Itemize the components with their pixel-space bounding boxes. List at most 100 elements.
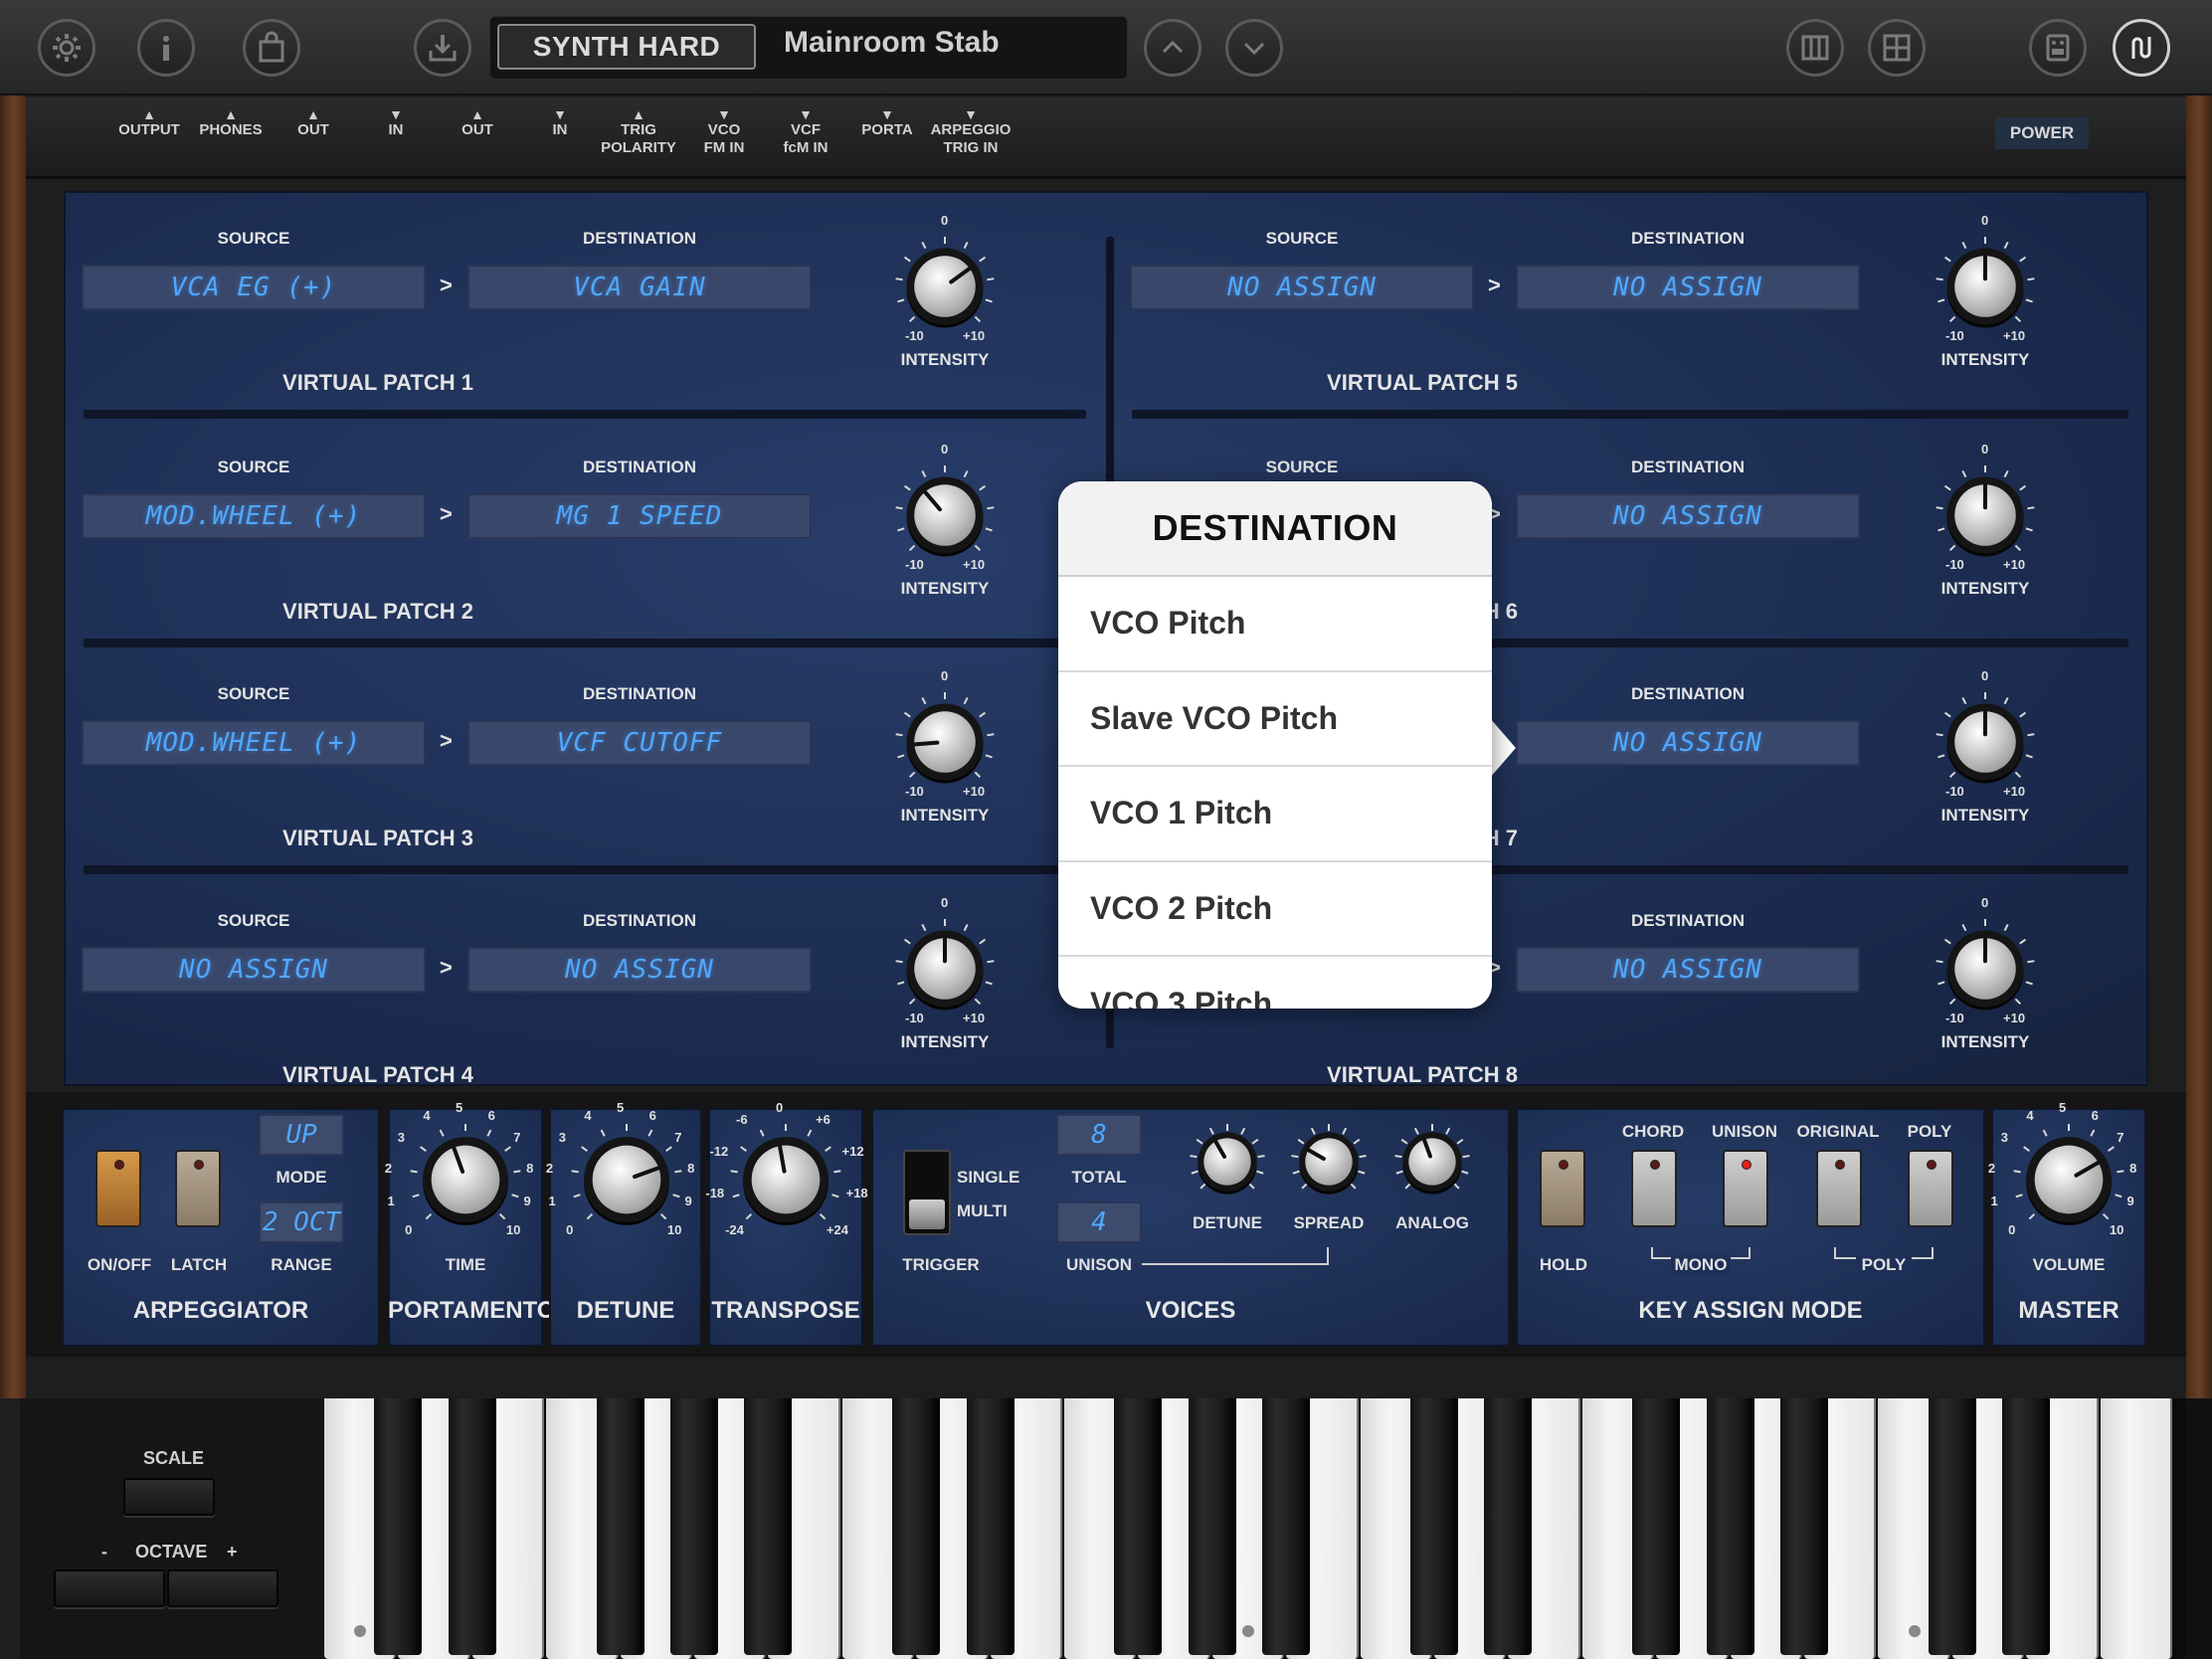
- source-display[interactable]: NO ASSIGN: [82, 947, 426, 993]
- intensity-label: INTENSITY: [900, 806, 990, 825]
- black-key[interactable]: [1188, 1398, 1236, 1655]
- popover-item-vco-pitch[interactable]: VCO Pitch: [1058, 577, 1492, 672]
- destination-display[interactable]: NO ASSIGN: [1516, 720, 1860, 766]
- chord-switch[interactable]: [1631, 1150, 1677, 1227]
- intensity-knob[interactable]: [893, 235, 997, 338]
- layout-icon[interactable]: [1868, 19, 1926, 77]
- destination-display[interactable]: VCA GAIN: [467, 265, 812, 310]
- settings-icon[interactable]: [38, 19, 95, 77]
- black-key[interactable]: [1632, 1398, 1681, 1655]
- intensity-knob[interactable]: [1934, 463, 2037, 567]
- black-key[interactable]: [374, 1398, 423, 1655]
- voices-spread-knob[interactable]: [1289, 1122, 1369, 1201]
- arp-range-display[interactable]: 2 OCT: [259, 1201, 344, 1243]
- download-icon[interactable]: [414, 19, 471, 77]
- portamento-time-label: TIME: [445, 1255, 486, 1274]
- intensity-knob[interactable]: [893, 463, 997, 567]
- info-icon[interactable]: [137, 19, 195, 77]
- white-key[interactable]: [2100, 1398, 2172, 1659]
- original-switch[interactable]: [1816, 1150, 1862, 1227]
- black-key[interactable]: [1410, 1398, 1458, 1655]
- transpose-knob[interactable]: [728, 1122, 843, 1237]
- keyboard-icon[interactable]: [1786, 19, 1844, 77]
- black-key[interactable]: [892, 1398, 941, 1655]
- black-key[interactable]: [1114, 1398, 1163, 1655]
- unison-switch[interactable]: [1723, 1150, 1768, 1227]
- source-display[interactable]: MOD.WHEEL (+): [82, 720, 426, 766]
- source-display[interactable]: VCA EG (+): [82, 265, 426, 310]
- destination-popover: DESTINATION VCO Pitch Slave VCO Pitch VC…: [1058, 481, 1492, 1009]
- knob-scale-label: 3: [397, 1129, 405, 1145]
- popover-arrow: [1490, 718, 1516, 778]
- shop-icon[interactable]: [243, 19, 300, 77]
- hold-switch[interactable]: [1540, 1150, 1585, 1227]
- power-button[interactable]: POWER: [1995, 117, 2089, 149]
- knob-scale-label: 0: [2008, 1221, 2016, 1237]
- patch-icon[interactable]: [2113, 19, 2170, 77]
- trigger-label: TRIGGER: [902, 1255, 980, 1274]
- destination-display[interactable]: NO ASSIGN: [1516, 947, 1860, 993]
- intensity-min-label: -10: [1945, 557, 1964, 572]
- arp-on-off-label: ON/OFF: [87, 1255, 152, 1274]
- scale-button[interactable]: [123, 1478, 215, 1516]
- black-key[interactable]: [448, 1398, 496, 1655]
- popover-item-vco-2-pitch[interactable]: VCO 2 Pitch: [1058, 862, 1492, 957]
- source-display[interactable]: MOD.WHEEL (+): [82, 493, 426, 539]
- patch-separator: [84, 410, 1086, 419]
- portamento-time-knob[interactable]: [408, 1122, 523, 1237]
- octave-down-button[interactable]: [54, 1569, 165, 1607]
- black-key[interactable]: [966, 1398, 1014, 1655]
- arp-on-off-switch[interactable]: [95, 1150, 141, 1227]
- voices-detune-knob[interactable]: [1188, 1122, 1267, 1201]
- intensity-knob[interactable]: [893, 690, 997, 794]
- piano-keyboard[interactable]: [324, 1398, 2186, 1659]
- detune-knob[interactable]: [569, 1122, 684, 1237]
- arp-latch-label: LATCH: [170, 1255, 228, 1274]
- jack-10[interactable]: ▼ ARPEGGIO TRIG IN: [921, 107, 1020, 157]
- black-key[interactable]: [2002, 1398, 2051, 1655]
- source-display[interactable]: NO ASSIGN: [1130, 265, 1474, 310]
- knob-scale-label: 0: [566, 1221, 574, 1237]
- voices-total-display[interactable]: 8: [1056, 1114, 1142, 1156]
- jack-6[interactable]: ▲ TRIG POLARITY: [589, 107, 688, 157]
- intensity-knob[interactable]: [1934, 917, 2037, 1020]
- arp-mode-display[interactable]: UP: [259, 1114, 344, 1156]
- destination-display[interactable]: VCF CUTOFF: [467, 720, 812, 766]
- arrow-down-icon[interactable]: [1225, 19, 1283, 77]
- destination-label: DESTINATION: [1631, 458, 1745, 476]
- patch-title: VIRTUAL PATCH 8: [1327, 1062, 1518, 1087]
- intensity-min-label: -10: [905, 557, 924, 572]
- effects-icon[interactable]: [2029, 19, 2087, 77]
- black-key[interactable]: [1484, 1398, 1533, 1655]
- category-button[interactable]: SYNTH HARD: [497, 24, 756, 70]
- voices-analog-knob[interactable]: [1392, 1122, 1472, 1201]
- black-key[interactable]: [670, 1398, 718, 1655]
- black-key[interactable]: [1706, 1398, 1754, 1655]
- original-label: ORIGINAL: [1796, 1122, 1880, 1141]
- octave-up-button[interactable]: [167, 1569, 278, 1607]
- trigger-switch[interactable]: [903, 1150, 951, 1235]
- popover-item-vco-3-pitch[interactable]: VCO 3 Pitch: [1058, 957, 1492, 1009]
- popover-item-slave-vco-pitch[interactable]: Slave VCO Pitch: [1058, 672, 1492, 767]
- intensity-knob[interactable]: [1934, 235, 2037, 338]
- voices-unison-display[interactable]: 4: [1056, 1201, 1142, 1243]
- black-key[interactable]: [744, 1398, 793, 1655]
- master-volume-knob[interactable]: [2011, 1122, 2126, 1237]
- key-marker: [1908, 1625, 1921, 1637]
- destination-display[interactable]: NO ASSIGN: [467, 947, 812, 993]
- voices-analog-label: ANALOG: [1395, 1213, 1469, 1232]
- popover-item-vco-1-pitch[interactable]: VCO 1 Pitch: [1058, 767, 1492, 862]
- black-key[interactable]: [596, 1398, 645, 1655]
- arrow-up-icon[interactable]: [1144, 19, 1201, 77]
- destination-display[interactable]: NO ASSIGN: [1516, 493, 1860, 539]
- black-key[interactable]: [1262, 1398, 1311, 1655]
- patch-name[interactable]: Mainroom Stab: [784, 26, 1000, 60]
- black-key[interactable]: [1928, 1398, 1976, 1655]
- arp-latch-switch[interactable]: [175, 1150, 221, 1227]
- destination-display[interactable]: NO ASSIGN: [1516, 265, 1860, 310]
- intensity-knob[interactable]: [1934, 690, 2037, 794]
- intensity-knob[interactable]: [893, 917, 997, 1020]
- poly-switch[interactable]: [1908, 1150, 1953, 1227]
- black-key[interactable]: [1780, 1398, 1828, 1655]
- destination-display[interactable]: MG 1 SPEED: [467, 493, 812, 539]
